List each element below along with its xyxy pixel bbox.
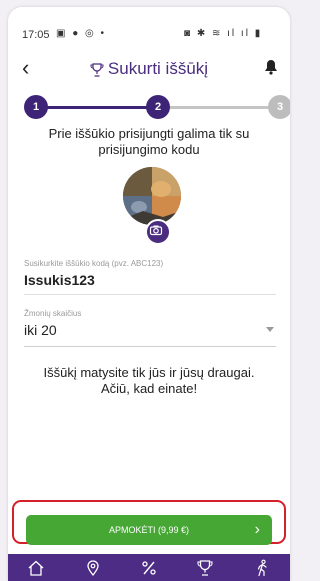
change-photo-button[interactable] — [145, 219, 171, 245]
stepper-line-complete — [36, 106, 154, 109]
bell-icon[interactable] — [264, 59, 278, 75]
step-2: 2 — [146, 95, 170, 119]
progress-stepper: 1 2 3 — [24, 95, 290, 119]
page-title: Sukurti iššūkį — [8, 59, 290, 79]
nav-walking[interactable] — [234, 554, 290, 581]
visibility-text: Iššūkį matysite tik jūs ir jūsų draugai.… — [43, 365, 255, 396]
bottom-nav — [8, 554, 290, 581]
dropdown-arrow-icon[interactable] — [266, 327, 274, 332]
challenge-photo[interactable] — [123, 167, 181, 225]
status-bar: 17:05 ▣ ● ◎ • ◙ ✱ ≋ ıl ıl ▮ — [8, 7, 290, 47]
walking-icon — [257, 559, 267, 576]
nav-challenges[interactable] — [177, 554, 233, 581]
people-count-field[interactable]: Žmonių skaičius iki 20 — [24, 309, 276, 347]
photo-collage — [123, 167, 181, 225]
challenge-code-field[interactable]: Susikurkite iššūkio kodą (pvz. ABC123) I… — [24, 259, 276, 295]
chevron-right-icon: › — [254, 521, 260, 538]
nav-location[interactable] — [64, 554, 120, 581]
location-icon — [86, 559, 99, 576]
people-count-label: Žmonių skaičius — [24, 309, 82, 318]
nav-home[interactable] — [8, 554, 64, 581]
stepper-line-pending — [154, 106, 274, 109]
camera-icon — [149, 225, 163, 236]
info-text: Prie iššūkio prisijungti galima tik su p… — [48, 126, 250, 157]
trophy-icon — [90, 62, 104, 77]
status-time: 17:05 — [22, 29, 50, 41]
step-1: 1 — [24, 95, 48, 119]
home-icon — [28, 560, 44, 576]
top-bar: ‹ Sukurti iššūkį — [8, 55, 290, 83]
notification-icons: ▣ ● ◎ • — [56, 28, 107, 39]
pay-button-label: APMOKĖTI (9,99 €) — [108, 525, 190, 535]
challenge-code-input[interactable]: Issukis123 — [24, 272, 276, 288]
system-status-icons: ◙ ✱ ≋ ıl ıl ▮ — [184, 28, 263, 39]
trophy-icon — [197, 559, 213, 576]
people-count-select[interactable]: iki 20 — [24, 322, 276, 338]
page-title-text: Sukurti iššūkį — [107, 59, 209, 78]
nav-discounts[interactable] — [121, 554, 177, 581]
pay-button[interactable]: APMOKĖTI (9,99 €) › — [26, 515, 272, 545]
field-underline — [24, 294, 276, 295]
percent-icon — [142, 560, 156, 575]
app-screen: 17:05 ▣ ● ◎ • ◙ ✱ ≋ ıl ıl ▮ ‹ Sukurti iš… — [8, 7, 290, 581]
challenge-code-label: Susikurkite iššūkio kodą (pvz. ABC123) — [24, 259, 164, 268]
step-3: 3 — [268, 95, 290, 119]
field-underline — [24, 346, 276, 347]
